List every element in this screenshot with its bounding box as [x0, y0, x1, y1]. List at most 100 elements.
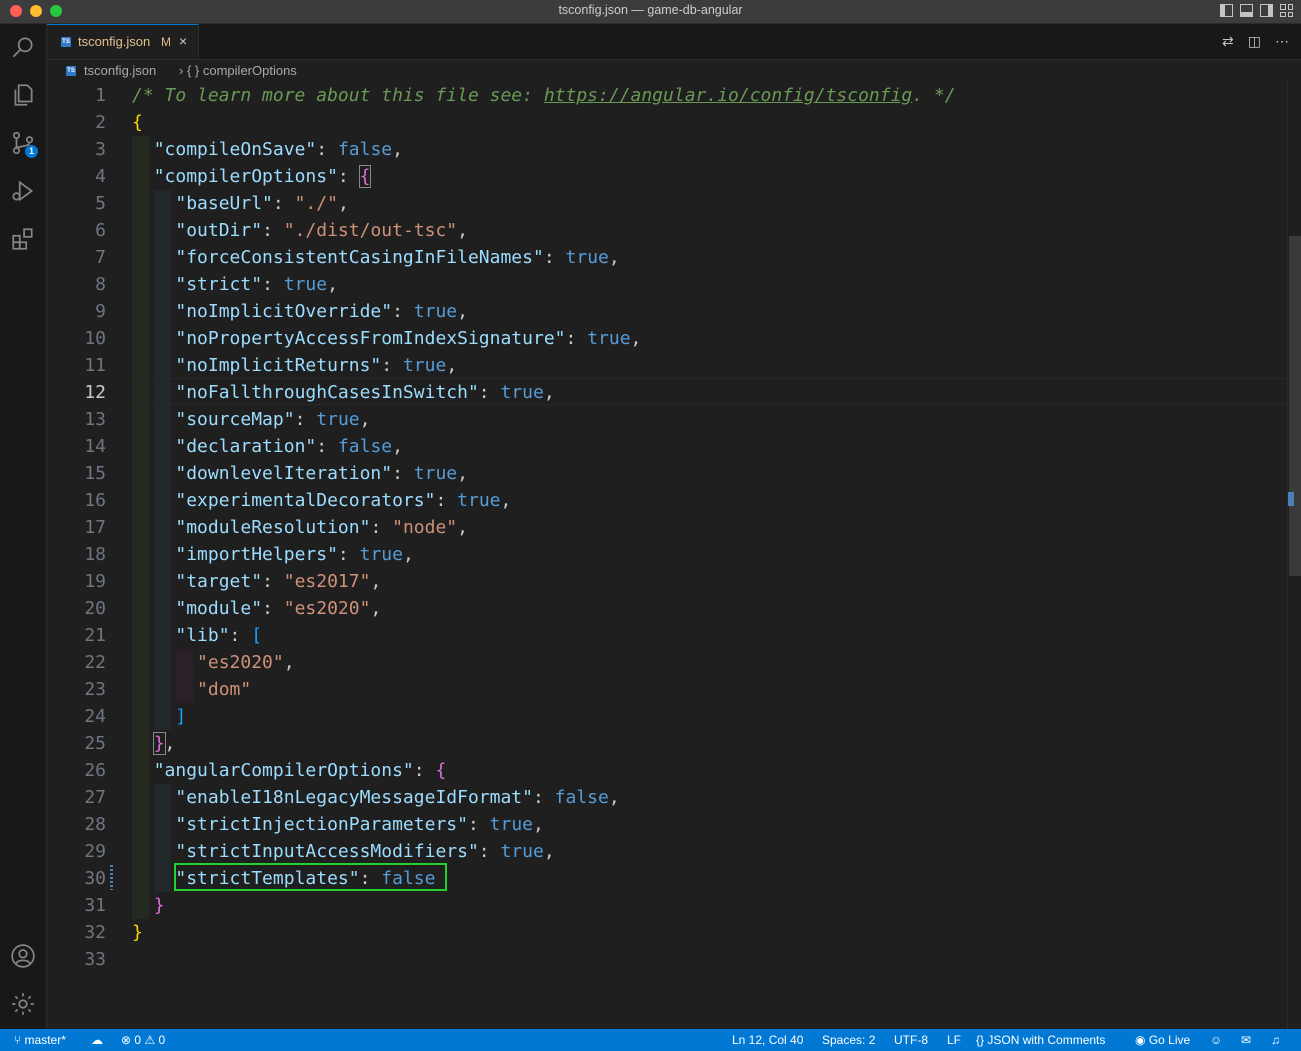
encoding[interactable]: UTF-8 — [894, 1033, 928, 1047]
braces-icon: {} — [976, 1033, 985, 1047]
language-label: JSON with Comments — [987, 1033, 1106, 1047]
code-line: /* To learn more about this file see: ht… — [132, 85, 956, 106]
line-number: 6 — [95, 220, 106, 241]
line-number: 25 — [84, 733, 106, 754]
activity-bar: 1 — [0, 24, 47, 1029]
code-line: } — [153, 895, 165, 916]
code-editor[interactable]: 1 2 3 4 5 6 7 8 9 10 11 12 13 14 15 16 17 18 19 20 21 22 23 24 2… — [47, 82, 1301, 1029]
problems-indicator[interactable]: ⊗ 0 ⚠ 0 — [121, 1033, 165, 1047]
scrollbar-thumb[interactable] — [1289, 236, 1301, 576]
code-line: { — [132, 112, 143, 133]
source-control-icon[interactable]: 1 — [8, 128, 38, 158]
code-line: "moduleResolution": "node", — [175, 517, 468, 538]
breadcrumb: TS tsconfig.json › { } compilerOptions — [47, 60, 1301, 82]
line-number: 27 — [84, 787, 106, 808]
code-line: "downlevelIteration": true, — [175, 463, 468, 484]
line-number: 3 — [95, 139, 106, 160]
copilot-icon[interactable]: ☺ — [1210, 1033, 1222, 1047]
code-line: "noImplicitReturns": true, — [175, 355, 458, 376]
breadcrumb-symbol-label: { } compilerOptions — [186, 63, 297, 78]
breadcrumb-symbol[interactable]: › { } compilerOptions — [179, 63, 297, 78]
extensions-icon[interactable] — [8, 224, 38, 254]
line-number: 7 — [95, 247, 106, 268]
explorer-icon[interactable] — [8, 80, 38, 110]
open-changes-icon[interactable]: ⇄ — [1222, 33, 1234, 50]
accounts-icon[interactable] — [8, 941, 38, 971]
feedback-icon[interactable]: ✉ — [1241, 1033, 1251, 1047]
tsconfig-doc-link[interactable]: https://angular.io/config/tsconfig — [544, 85, 912, 106]
line-number: 23 — [84, 679, 106, 700]
code-line: "strictInputAccessModifiers": true, — [175, 841, 555, 862]
line-number: 28 — [84, 814, 106, 835]
language-mode[interactable]: {} JSON with Comments — [976, 1033, 1105, 1047]
line-number-gutter: 1 2 3 4 5 6 7 8 9 10 11 12 13 14 15 16 17 18 19 20 21 22 23 24 2… — [47, 82, 110, 1029]
toggle-secondary-sidebar-icon[interactable] — [1260, 4, 1273, 17]
sync-icon[interactable]: ☁ — [91, 1033, 103, 1047]
code-line: "outDir": "./dist/out-tsc", — [175, 220, 468, 241]
toggle-primary-sidebar-icon[interactable] — [1220, 4, 1233, 17]
cursor-position[interactable]: Ln 12, Col 40 — [732, 1033, 803, 1047]
line-number: 24 — [84, 706, 106, 727]
line-number: 31 — [84, 895, 106, 916]
vertical-scrollbar[interactable] — [1287, 82, 1301, 1029]
code-line: "strict": true, — [175, 274, 338, 295]
window-title: tsconfig.json — game-db-angular — [558, 3, 743, 17]
indentation[interactable]: Spaces: 2 — [822, 1033, 875, 1047]
title-bar: tsconfig.json — game-db-angular — [0, 0, 1301, 24]
line-number: 1 — [95, 85, 106, 106]
error-count: 0 — [134, 1033, 142, 1047]
code-line: "compileOnSave": false, — [153, 139, 403, 160]
end-of-line[interactable]: LF — [947, 1033, 961, 1047]
typescript-file-icon: TS — [66, 66, 76, 76]
code-line: "angularCompilerOptions": { — [153, 760, 447, 781]
line-number: 9 — [95, 301, 106, 322]
settings-gear-icon[interactable] — [8, 989, 38, 1019]
tab-close-icon[interactable]: × — [179, 33, 187, 49]
branch-indicator[interactable]: ⑂ master* — [14, 1033, 66, 1047]
editor-actions: ⇄ ◫ ⋯ — [1222, 33, 1289, 50]
warning-count: 0 — [158, 1033, 166, 1047]
run-debug-icon[interactable] — [8, 176, 38, 206]
typescript-file-icon: TS — [61, 37, 71, 47]
warning-icon: ⚠ — [144, 1033, 156, 1047]
toggle-panel-icon[interactable] — [1240, 4, 1253, 17]
line-number: 15 — [84, 463, 106, 484]
code-line: ] — [175, 706, 187, 727]
line-number: 17 — [84, 517, 106, 538]
branch-icon: ⑂ — [14, 1033, 22, 1047]
split-editor-icon[interactable]: ◫ — [1248, 33, 1261, 50]
line-number: 30 — [84, 868, 106, 889]
line-number: 21 — [84, 625, 106, 646]
code-line: "dom" — [197, 679, 252, 700]
code-line: "baseUrl": "./", — [175, 193, 349, 214]
line-number: 18 — [84, 544, 106, 565]
customize-layout-icon[interactable] — [1280, 4, 1293, 17]
code-line: "sourceMap": true, — [175, 409, 371, 430]
breadcrumb-file[interactable]: tsconfig.json — [84, 63, 156, 78]
code-line: "experimentalDecorators": true, — [175, 490, 512, 511]
code-line: } — [132, 922, 143, 943]
error-icon: ⊗ — [121, 1033, 132, 1047]
code-line: "importHelpers": true, — [175, 544, 414, 565]
line-number: 13 — [84, 409, 106, 430]
tab-tsconfig[interactable]: TS tsconfig.json M × — [47, 24, 199, 59]
line-number: 19 — [84, 571, 106, 592]
go-live-button[interactable]: ◉ Go Live — [1135, 1033, 1190, 1047]
tab-label: tsconfig.json — [78, 34, 151, 49]
layout-controls — [1220, 4, 1293, 17]
code-line: "strictInjectionParameters": true, — [175, 814, 544, 835]
code-line: "noFallthroughCasesInSwitch": true, — [175, 382, 555, 403]
line-number: 32 — [84, 922, 106, 943]
notifications-bell-icon[interactable]: ♫ — [1271, 1033, 1280, 1047]
source-control-badge: 1 — [25, 145, 38, 158]
branch-name: master* — [24, 1033, 66, 1047]
code-line: "declaration": false, — [175, 436, 403, 457]
code-line: "lib": [ — [175, 625, 263, 646]
search-icon[interactable] — [8, 32, 38, 62]
more-actions-icon[interactable]: ⋯ — [1275, 33, 1289, 50]
code-line: "es2020", — [197, 652, 295, 673]
code-line: "noPropertyAccessFromIndexSignature": tr… — [175, 328, 642, 349]
line-number: 4 — [95, 166, 106, 187]
status-bar: ⑂ master* ☁ ⊗ 0 ⚠ 0 Ln 12, Col 40 Spaces… — [0, 1029, 1301, 1051]
line-number: 16 — [84, 490, 106, 511]
